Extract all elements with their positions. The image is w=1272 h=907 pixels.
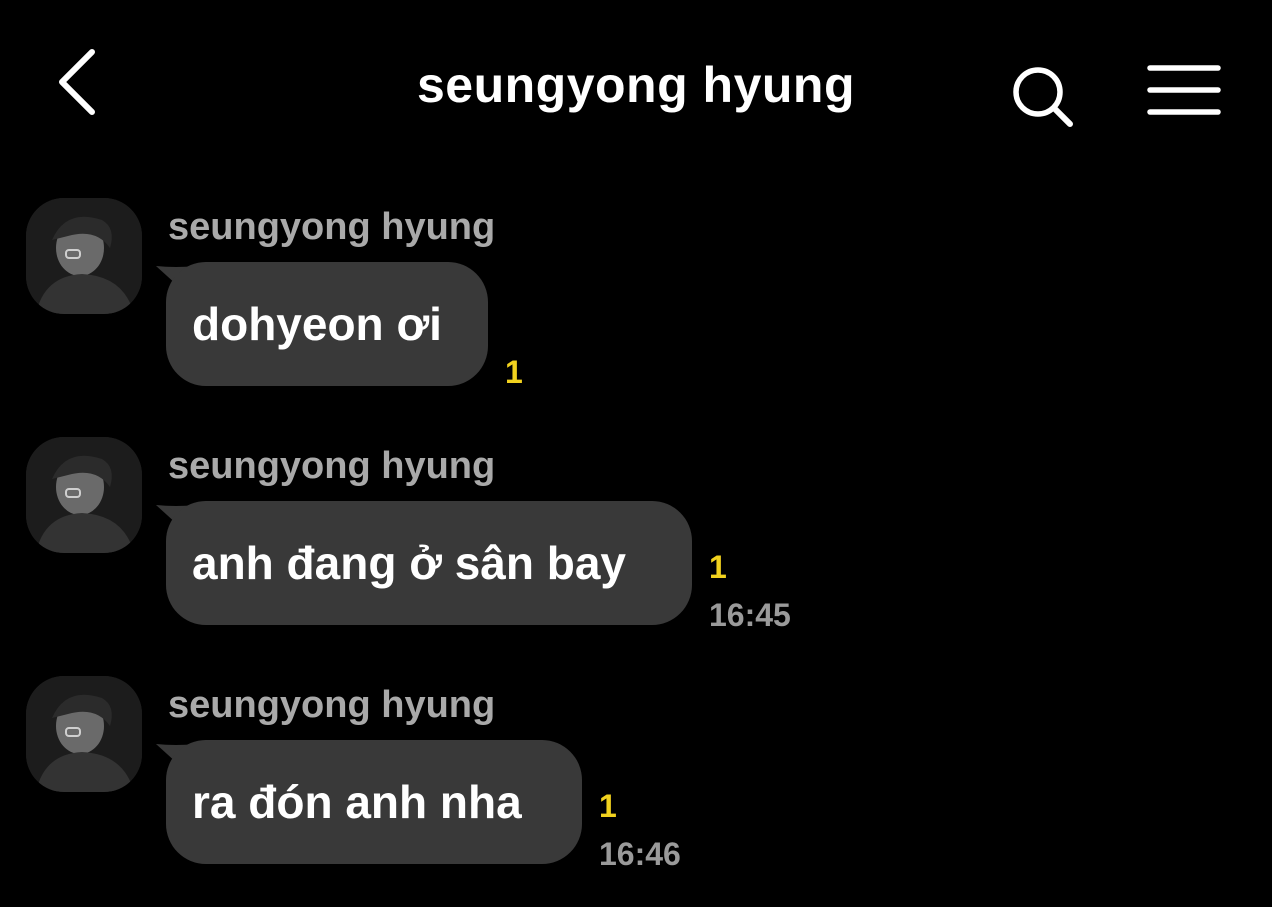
sender-name: seungyong hyung xyxy=(168,206,496,248)
avatar[interactable] xyxy=(26,437,142,553)
sender-name: seungyong hyung xyxy=(168,684,496,726)
message-bubble[interactable]: dohyeon ơi xyxy=(166,262,488,386)
message-time: 16:45 xyxy=(709,597,791,633)
unread-count: 1 xyxy=(709,549,727,585)
message-row: seungyong hyung anh đang ở sân bay 1 16:… xyxy=(0,437,1272,657)
message-bubble[interactable]: anh đang ở sân bay xyxy=(166,501,692,625)
message-row: seungyong hyung dohyeon ơi 1 xyxy=(0,198,1272,418)
avatar[interactable] xyxy=(26,676,142,792)
chat-title: seungyong hyung xyxy=(416,57,856,113)
chat-header: seungyong hyung xyxy=(0,0,1272,170)
search-button[interactable] xyxy=(1006,60,1076,130)
message-meta: 1 xyxy=(505,354,523,390)
message-time: 16:46 xyxy=(599,836,681,872)
search-icon xyxy=(1013,67,1073,127)
sender-name: seungyong hyung xyxy=(168,445,496,487)
unread-count: 1 xyxy=(599,788,617,824)
unread-count: 1 xyxy=(505,354,523,390)
message-bubble[interactable]: ra đón anh nha xyxy=(166,740,582,864)
message-meta: 1 16:45 xyxy=(709,549,791,637)
message-row: seungyong hyung ra đón anh nha 1 16:46 xyxy=(0,676,1272,896)
avatar[interactable] xyxy=(26,198,142,314)
hamburger-menu-icon xyxy=(1147,65,1221,115)
message-meta: 1 16:46 xyxy=(599,788,681,876)
menu-button[interactable] xyxy=(1146,60,1222,120)
